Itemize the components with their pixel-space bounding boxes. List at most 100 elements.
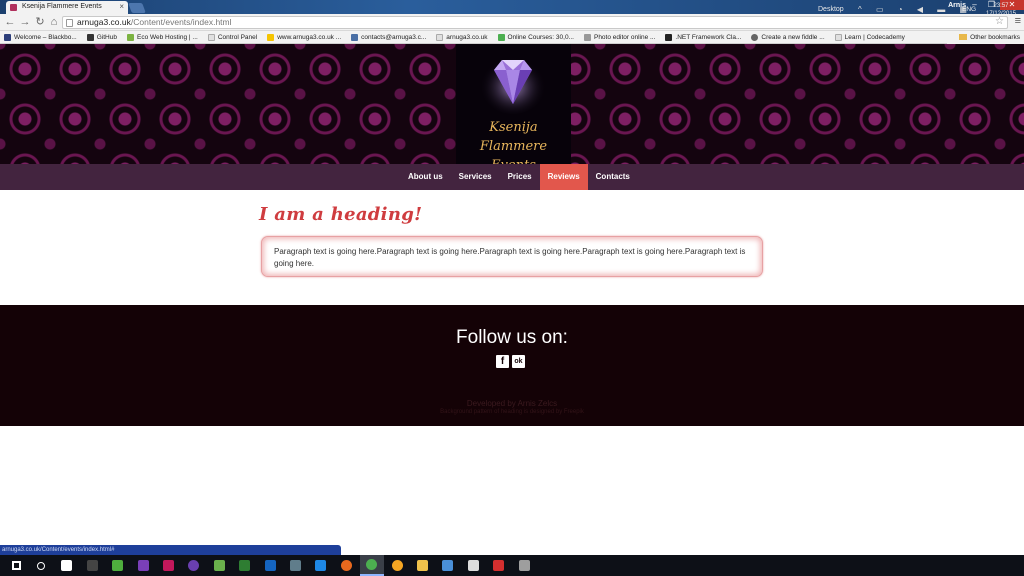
bookmark-label: GitHub <box>96 33 117 41</box>
home-icon[interactable]: ⌂ <box>47 15 61 29</box>
paragraph-box: Paragraph text is going here.Paragraph t… <box>261 236 763 277</box>
nav-item-about-us[interactable]: About us <box>400 164 451 190</box>
tab-title: Ksenija Flammere Events <box>22 3 102 10</box>
bookmark-item[interactable]: Welcome – Blackbo... <box>4 33 77 41</box>
photos-icon[interactable] <box>461 555 485 576</box>
folder-icon-glyph <box>416 560 428 571</box>
store-icon[interactable] <box>55 555 79 576</box>
bookmark-favicon-icon <box>267 33 275 41</box>
page-icon <box>66 19 73 27</box>
terminal-icon-glyph <box>86 560 98 571</box>
other-bookmarks[interactable]: Other bookmarks <box>947 31 1024 44</box>
forward-arrow-icon[interactable]: → <box>18 15 32 29</box>
paragraph-text: Paragraph text is going here.Paragraph t… <box>274 247 746 268</box>
search-icon[interactable] <box>29 555 53 576</box>
bookmark-item[interactable]: Eco Web Hosting | ... <box>126 33 198 41</box>
app-pink-icon-glyph <box>162 560 174 571</box>
edge-icon-glyph <box>315 560 327 571</box>
terminal-icon[interactable] <box>80 555 104 576</box>
clock[interactable]: 23:57 17/12/2015 <box>983 2 1019 18</box>
bookmark-label: Photo editor online ... <box>593 33 656 41</box>
bookmark-favicon-icon <box>4 33 11 41</box>
app-gray-icon[interactable] <box>283 555 307 576</box>
app-circle-icon-glyph <box>188 560 200 571</box>
bookmark-label: Learn | Codecademy <box>844 33 905 41</box>
logo[interactable]: Ksenija Flammere Events <box>456 44 571 173</box>
bookmark-item[interactable]: Create a new fiddle ... <box>751 33 825 41</box>
app-orange-icon[interactable] <box>385 555 409 576</box>
taskbar <box>0 555 1024 576</box>
edge-icon[interactable] <box>309 555 333 576</box>
github-icon <box>86 33 94 41</box>
bookmark-favicon-icon <box>751 33 759 41</box>
page-heading: I am a heading! <box>259 204 423 225</box>
bookmark-item[interactable]: arnuga3.co.uk <box>436 33 488 41</box>
bookmark-item[interactable]: Online Courses: 30,0... <box>497 33 574 41</box>
bookmark-item[interactable]: Learn | Codecademy <box>834 33 905 41</box>
bookmark-label: contacts@arnuga3.c... <box>361 33 427 41</box>
main-content: I am a heading! Paragraph text is going … <box>0 190 1024 305</box>
footer: Follow us on: f ok Developed by Arnis Ze… <box>0 305 1024 426</box>
back-arrow-icon[interactable]: ← <box>3 15 17 29</box>
nav-item-services[interactable]: Services <box>451 164 500 190</box>
bookmark-item[interactable]: Control Panel <box>207 33 257 41</box>
system-tray[interactable]: ^ ▭ ◔ ◀ ▬ ▦ <box>858 5 973 14</box>
bookmark-label: arnuga3.co.uk <box>446 33 488 41</box>
app-leaf-icon-glyph <box>213 560 225 571</box>
page-icon <box>834 33 842 41</box>
bookmark-label: www.arnuga3.co.uk ... <box>277 33 342 41</box>
chrome-icon[interactable] <box>359 555 384 576</box>
url-path: /Content/events/index.html <box>130 17 232 27</box>
reload-icon[interactable]: ↻ <box>33 15 47 29</box>
start-icon-glyph <box>11 561 21 570</box>
page-icon <box>436 33 444 41</box>
bookmark-item[interactable]: Photo editor online ... <box>583 33 656 41</box>
brand-line1: Ksenija Flammere <box>479 120 548 154</box>
facebook-icon[interactable]: f <box>496 355 509 368</box>
odnoklassniki-icon[interactable]: ok <box>512 355 525 368</box>
bookmarks-bar: Welcome – Blackbo... GitHub Eco Web Host… <box>0 31 1024 44</box>
bookmark-item[interactable]: contacts@arnuga3.c... <box>351 33 427 41</box>
site-favicon-icon <box>10 4 17 11</box>
store-icon-glyph <box>61 560 73 571</box>
browser-toolbar: ← → ↻ ⌂ arnuga3.co.uk/Content/events/ind… <box>0 14 1024 31</box>
status-bubble: arnuga3.co.uk/Content/events/index.html# <box>0 545 341 555</box>
app-red-icon[interactable] <box>487 555 511 576</box>
app-leaf-icon[interactable] <box>207 555 231 576</box>
social-links: f ok <box>496 355 525 368</box>
folder-icon[interactable] <box>410 555 434 576</box>
app-circle-icon[interactable] <box>182 555 206 576</box>
nav-item-prices[interactable]: Prices <box>500 164 540 190</box>
pen-icon <box>583 33 591 41</box>
firefox-icon[interactable] <box>334 555 358 576</box>
language-indicator[interactable]: ENG <box>962 6 976 13</box>
app-pink-icon[interactable] <box>156 555 180 576</box>
start-icon[interactable] <box>4 555 28 576</box>
address-bar[interactable]: arnuga3.co.uk/Content/events/index.html … <box>62 16 1008 29</box>
page-icon <box>207 33 215 41</box>
nav-item-reviews[interactable]: Reviews <box>539 164 588 190</box>
app-doc-icon[interactable] <box>436 555 460 576</box>
bookmark-favicon-icon <box>665 33 673 41</box>
desktop-toolbar-label[interactable]: Desktop <box>818 6 844 13</box>
bookmark-label: Online Courses: 30,0... <box>507 33 574 41</box>
search-icon-glyph <box>37 561 46 570</box>
bookmark-item[interactable]: www.arnuga3.co.uk ... <box>267 33 342 41</box>
app-tool-icon[interactable] <box>512 555 536 576</box>
nav-item-contacts[interactable]: Contacts <box>588 164 638 190</box>
bookmark-label: Create a new fiddle ... <box>761 33 825 41</box>
follow-us-heading: Follow us on: <box>456 327 568 348</box>
browser-tab[interactable]: Ksenija Flammere Events × <box>6 1 128 14</box>
close-tab-icon[interactable]: × <box>119 2 124 11</box>
app-doc-icon-glyph <box>442 560 454 571</box>
app-green-icon[interactable] <box>233 555 257 576</box>
hero-banner: Ksenija Flammere Events <box>0 44 1024 173</box>
chrome-icon-glyph <box>366 559 378 570</box>
new-tab-button[interactable] <box>128 3 146 13</box>
file-explorer-icon[interactable] <box>106 555 130 576</box>
bookmark-item[interactable]: GitHub <box>86 33 117 41</box>
app-blue-icon[interactable] <box>258 555 282 576</box>
bookmark-label: Welcome – Blackbo... <box>14 33 77 41</box>
bookmark-item[interactable]: .NET Framework Cla... <box>665 33 741 41</box>
visual-studio-icon[interactable] <box>131 555 155 576</box>
